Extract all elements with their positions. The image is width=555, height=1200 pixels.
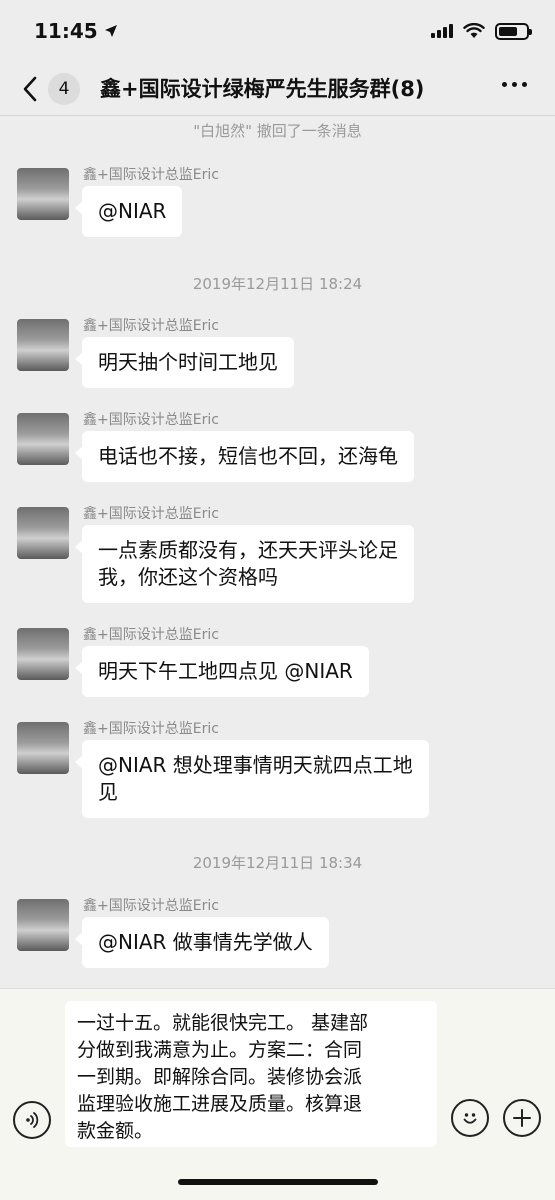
message-line: 我，你还这个资格吗 [98, 565, 278, 589]
home-indicator[interactable] [178, 1179, 378, 1185]
message-line: 一点素质都没有，还天天评头论足 [98, 538, 398, 562]
draft-line: 一到期。即解除合同。装修协会派 [77, 1066, 363, 1088]
avatar[interactable] [17, 507, 69, 559]
avatar[interactable] [17, 722, 69, 774]
more-dots-icon [502, 82, 507, 87]
draft-line: 款金额。 [77, 1120, 154, 1142]
message-line: 明天抽个时间工地见 [98, 350, 278, 374]
message-input[interactable]: 一过十五。就能很快完工。 基建部 分做到我满意为止。方案二：合同 一到期。即解除… [65, 1001, 437, 1147]
message-bubble[interactable]: @NIAR [74, 186, 183, 237]
message-line: 电话也不接，短信也不回，还海龟 [98, 444, 398, 468]
sender-name: 鑫+国际设计总监Eric [83, 506, 219, 522]
emoji-icon [463, 1113, 477, 1124]
sender-name: 鑫+国际设计总监Eric [83, 721, 219, 737]
emoji-button[interactable] [451, 1099, 489, 1137]
voice-input-icon [26, 1112, 39, 1128]
sender-name: 鑫+国际设计总监Eric [83, 412, 219, 428]
location-arrow-icon [104, 25, 117, 37]
timestamp: 2019年12月11日 18:34 [192, 854, 363, 872]
message-bubble[interactable]: @NIAR 想处理事情明天就四点工地 见 [75, 740, 429, 818]
message-bubble[interactable]: 电话也不接，短信也不回，还海龟 [75, 431, 414, 482]
message-line: 明天下午工地四点见 @NIAR [98, 659, 353, 683]
avatar[interactable] [17, 413, 69, 465]
voice-input-button[interactable] [13, 1101, 51, 1139]
draft-line: 监理验收施工进展及质量。核算退 [77, 1093, 363, 1115]
avatar[interactable] [17, 168, 69, 220]
unread-count-badge[interactable]: 4 [48, 73, 80, 105]
draft-line: 一过十五。就能很快完工。 基建部 [77, 1012, 369, 1034]
message-line: 见 [98, 780, 118, 804]
avatar[interactable] [17, 319, 69, 371]
sender-name: 鑫+国际设计总监Eric [83, 318, 219, 334]
message-line: @NIAR 做事情先学做人 [98, 930, 313, 954]
battery-level [499, 26, 518, 36]
more-button[interactable] [502, 82, 527, 87]
chevron-left-icon [23, 76, 37, 102]
message-bubble[interactable]: 一点素质都没有，还天天评头论足 我，你还这个资格吗 [75, 525, 414, 603]
sender-name: 鑫+国际设计总监Eric [83, 627, 219, 643]
message-bubble[interactable]: 明天下午工地四点见 @NIAR [75, 646, 369, 697]
plus-icon [513, 1109, 531, 1127]
recall-notice: "白旭然" 撤回了一条消息 [193, 122, 362, 140]
battery-icon [495, 22, 532, 40]
input-bar: 一过十五。就能很快完工。 基建部 分做到我满意为止。方案二：合同 一到期。即解除… [0, 988, 555, 1200]
sender-name: 鑫+国际设计总监Eric [83, 898, 219, 914]
message-bubble[interactable]: @NIAR 做事情先学做人 [75, 917, 329, 968]
chat-message-list[interactable]: "白旭然" 撤回了一条消息 鑫+国际设计总监Eric @NIAR 2019年12… [0, 116, 555, 988]
message-line: @NIAR 想处理事情明天就四点工地 [98, 753, 413, 777]
more-functions-button[interactable] [503, 1099, 541, 1137]
signal-bars-icon [431, 24, 453, 38]
sender-name: 鑫+国际设计总监Eric [83, 167, 219, 183]
chat-header: 4 鑫+国际设计绿梅严先生服务群(8) [0, 62, 555, 116]
message-bubble[interactable]: 明天抽个时间工地见 [75, 337, 294, 388]
avatar[interactable] [17, 628, 69, 680]
avatar[interactable] [17, 899, 69, 951]
wifi-icon [463, 23, 485, 38]
message-line: @NIAR [98, 199, 167, 223]
timestamp: 2019年12月11日 18:24 [192, 275, 363, 293]
chat-title: 鑫+国际设计绿梅严先生服务群(8) [100, 77, 425, 101]
draft-line: 分做到我满意为止。方案二：合同 [77, 1039, 363, 1061]
status-bar: 11:45 [0, 0, 555, 62]
status-time: 11:45 [34, 19, 98, 43]
